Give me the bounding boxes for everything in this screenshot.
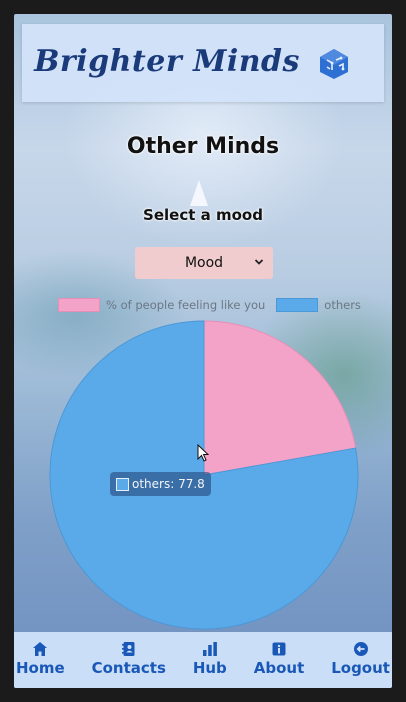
brain-cube-icon[interactable] <box>318 48 350 80</box>
nav-hub-label: Hub <box>192 659 227 677</box>
logout-icon <box>353 642 368 656</box>
nav-about-label: About <box>253 659 305 677</box>
hub-icon <box>202 642 217 656</box>
info-icon <box>272 642 286 656</box>
home-icon <box>33 642 48 656</box>
nav-about[interactable]: About <box>253 632 305 688</box>
nav-hub[interactable]: Hub <box>193 632 227 688</box>
select-mood-label: Select a mood <box>143 206 263 224</box>
legend-label-you: % of people feeling like you <box>106 298 266 312</box>
contacts-icon <box>121 642 135 656</box>
app-screen: Brighter Minds Other Minds Select a mood… <box>14 14 392 688</box>
chevron-down-icon <box>254 259 264 265</box>
background-sail-decoration <box>190 180 208 206</box>
app-header: Brighter Minds <box>22 24 384 102</box>
nav-contacts-label: Contacts <box>91 659 166 677</box>
mood-select-value: Mood <box>184 255 224 271</box>
legend-item-others[interactable]: others <box>276 298 361 312</box>
legend-swatch-you <box>58 298 100 312</box>
legend-label-others: others <box>324 298 361 312</box>
nav-contacts[interactable]: Contacts <box>92 632 166 688</box>
nav-home-label: Home <box>16 659 65 677</box>
chart-tooltip: others: 77.8 <box>110 472 211 496</box>
bottom-nav: Home Contacts Hub About Logout <box>14 632 392 688</box>
tooltip-swatch <box>116 477 129 491</box>
legend-item-you[interactable]: % of people feeling like you <box>58 298 265 312</box>
chart-legend: % of people feeling like you others <box>58 295 372 315</box>
legend-swatch-others <box>276 298 319 312</box>
nav-logout-label: Logout <box>331 659 390 677</box>
brand-title[interactable]: Brighter Minds <box>22 44 312 79</box>
nav-home[interactable]: Home <box>16 632 65 688</box>
tooltip-text: others: 77.8 <box>132 477 205 491</box>
page-title: Other Minds <box>126 134 280 159</box>
nav-logout[interactable]: Logout <box>331 632 390 688</box>
mouse-cursor-icon <box>197 444 209 462</box>
mood-select[interactable]: Mood <box>135 247 273 279</box>
